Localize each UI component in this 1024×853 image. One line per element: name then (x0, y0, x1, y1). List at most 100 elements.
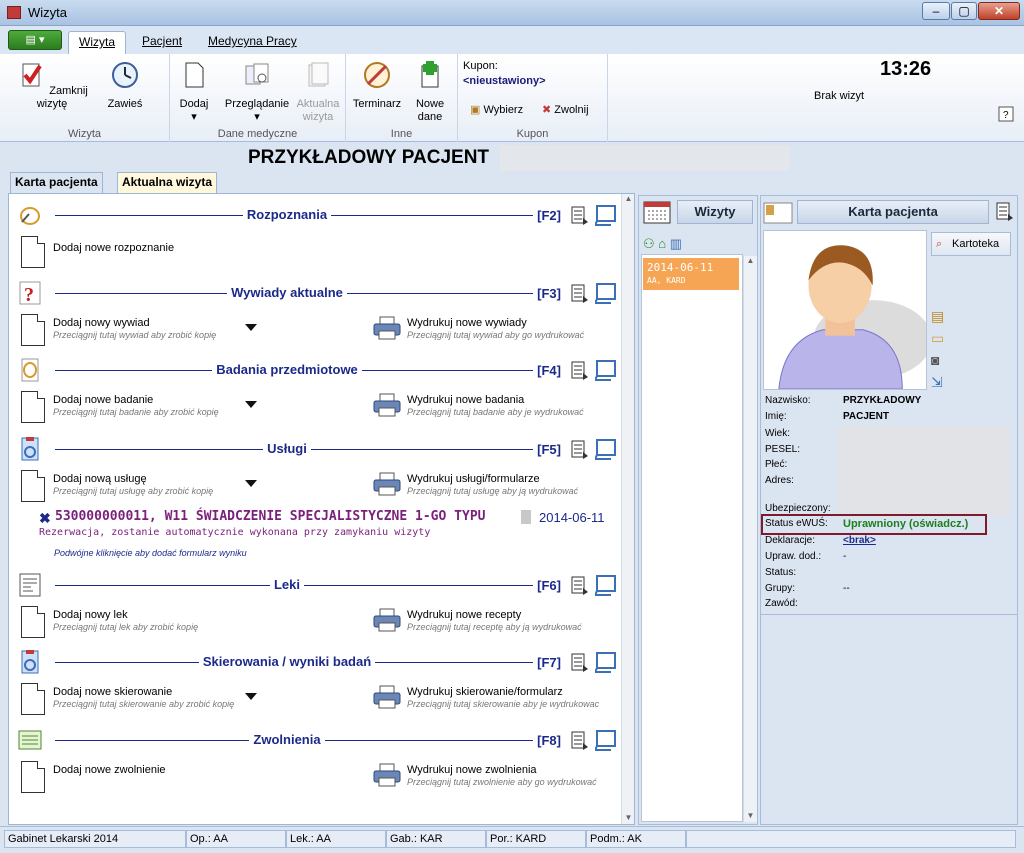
service-note: Rezerwacja, zostanie automatycznie wykon… (39, 527, 431, 538)
add-drug-hint: Przeciągnij tutaj lek aby zrobić kopię (53, 622, 199, 632)
declarations-link[interactable]: <brak> (843, 535, 876, 546)
printer-icon (373, 763, 401, 787)
visit-list-item[interactable]: 2014-06-11 AA, KARD (643, 258, 739, 290)
group-dane-medyczne: Dodaj ▾ Przeglądanie ▾ Aktualna wizyta Dan… (170, 54, 346, 142)
list-icon[interactable] (571, 440, 589, 460)
release-kupon-button[interactable]: ✖ Zwolnij (542, 104, 602, 117)
add-examination-button[interactable]: Dodaj nowe badanie Przeciągnij tutaj bad… (21, 391, 261, 425)
new-data-label: Nowe dane (415, 98, 445, 123)
service-entry[interactable]: 530000000011, W11 ŚWIADCZENIE SPECJALIST… (55, 509, 485, 524)
tab-karta-pacjenta[interactable]: Karta pacjenta (10, 172, 103, 193)
new-data-button[interactable]: Nowe dane (410, 60, 450, 124)
window-icon[interactable] (595, 282, 617, 304)
printer-icon (373, 608, 401, 632)
current-visit-button[interactable]: Aktualna wizyta (294, 60, 342, 124)
visits-header[interactable]: Wizyty (677, 200, 753, 224)
list-icon[interactable] (571, 361, 589, 381)
list-icon[interactable] (571, 653, 589, 673)
status-entity: Podm.: AK (586, 830, 686, 848)
add-examination-hint: Przeciągnij tutaj badanie aby zrobić kop… (53, 407, 219, 417)
section-skierowania-header: Skierowania / wyniki badań [F7] (17, 649, 617, 675)
scroll-down-icon[interactable]: ▼ (744, 811, 757, 820)
clipboard-icon[interactable]: ▤ (931, 308, 947, 324)
folder-icon[interactable]: ▭ (931, 330, 947, 346)
ribbon-tab-pacjent[interactable]: Pacjent (132, 31, 192, 54)
status-operator: Op.: AA (186, 830, 286, 848)
service-dblclick-hint: Podwójne kliknięcie aby dodać formularz … (54, 548, 247, 558)
document-stack-icon (308, 62, 329, 87)
add-interview-button[interactable]: Dodaj nowy wywiad Przeciągnij tutaj wywi… (21, 314, 261, 348)
ewus-status: Uprawniony (oświadcz.) (843, 518, 969, 530)
print-prescription-hint: Przeciągnij tutaj receptę aby ją wydruko… (407, 622, 582, 632)
window-icon[interactable] (595, 204, 617, 226)
add-medical-button[interactable]: Dodaj ▾ (174, 60, 214, 124)
add-referral-button[interactable]: Dodaj nowe skierowanie Przeciągnij tutaj… (21, 683, 261, 717)
window-icon[interactable] (595, 359, 617, 381)
home-icon[interactable]: ⌂ (658, 236, 666, 251)
visit-person-icon[interactable]: ⚇ (643, 236, 655, 251)
group-wizyta-label: Wizyta (68, 128, 101, 140)
scroll-down-icon[interactable]: ▼ (622, 813, 634, 822)
browse-medical-button[interactable]: Przeglądanie ▾ (224, 60, 290, 124)
schedule-button[interactable]: Terminarz (350, 60, 404, 111)
maximize-button[interactable]: ▢ (951, 2, 977, 20)
kartoteka-button[interactable]: ⌕ Kartoteka (931, 232, 1011, 256)
window-icon[interactable] (595, 574, 617, 596)
dropdown-arrow-icon[interactable] (245, 401, 257, 408)
list-icon[interactable] (571, 284, 589, 304)
clock-icon (112, 62, 138, 88)
choose-kupon-button[interactable]: ▣ Wybierz (470, 104, 532, 117)
app-menu-button[interactable]: ▤ ▾ (8, 30, 62, 50)
help-icon[interactable]: ? (998, 106, 1014, 122)
patient-card-panel: Karta pacjenta ⌕ Kartoteka ▤ ▭ ◙ ⇲ Nazwi… (760, 195, 1018, 825)
visit-date: 2014-06-11 (647, 261, 714, 274)
print-sick-leave-hint: Przeciągnij tutaj zwolnienie aby go wydr… (407, 777, 597, 787)
window-icon[interactable] (595, 729, 617, 751)
list-icon[interactable] (571, 576, 589, 596)
print-interview-label: Wydrukuj nowe wywiady (407, 317, 527, 329)
section-rozpoznania-header: Rozpoznania [F2] (17, 202, 617, 228)
ribbon-tab-wizyta[interactable]: Wizyta (68, 31, 126, 54)
building-icon[interactable]: ▥ (670, 236, 682, 251)
card-list-icon[interactable] (995, 202, 1015, 222)
field-value-surname: PRZYKŁADOWY (843, 395, 922, 406)
dropdown-arrow-icon[interactable] (245, 480, 257, 487)
section-title: Usługi (263, 441, 311, 456)
suspend-visit-button[interactable]: Zawieś (100, 60, 150, 111)
add-service-button[interactable]: Dodaj nową usługę Przeciągnij tutaj usłu… (21, 470, 261, 504)
delete-service-icon[interactable]: ✖ (39, 510, 51, 527)
field-label-insured: Ubezpieczony: (765, 503, 831, 514)
window-icon[interactable] (595, 651, 617, 673)
field-label-declarations: Deklaracje: (765, 535, 816, 546)
chevron-down-icon: ▾ (191, 111, 197, 123)
section-shortcut: [F2] (533, 208, 561, 223)
export-icon[interactable]: ⇲ (931, 374, 947, 390)
list-icon[interactable] (571, 206, 589, 226)
scroll-up-icon[interactable]: ▲ (622, 194, 634, 203)
scroll-up-icon[interactable]: ▲ (744, 256, 757, 265)
ribbon-tab-medycyna[interactable]: Medycyna Pracy (198, 31, 307, 54)
print-examination-label: Wydrukuj nowe badania (407, 394, 525, 406)
camera-icon[interactable]: ◙ (931, 352, 947, 368)
tab-aktualna-wizyta[interactable]: Aktualna wizyta (117, 172, 218, 193)
field-label-age: Wiek: (765, 428, 790, 439)
minimize-button[interactable]: – (922, 2, 950, 20)
field-label-pesel: PESEL: (765, 444, 801, 455)
dropdown-arrow-icon[interactable] (245, 693, 257, 700)
add-drug-label: Dodaj nowy lek (53, 609, 128, 621)
field-label-firstname: Imię: (765, 411, 787, 422)
left-panel-scrollbar[interactable]: ▲ ▼ (621, 194, 634, 824)
group-wizyta: Zamknij wizytę Zawieś Wizyta (0, 54, 170, 142)
app-icon (7, 6, 21, 19)
patient-card-header[interactable]: Karta pacjenta (797, 200, 989, 224)
section-zwolnienia-header: Zwolnienia [F8] (17, 727, 617, 753)
visits-scrollbar[interactable]: ▲ ▼ (743, 256, 757, 822)
kupon-info: Kupon: <nieustawiony> (463, 60, 546, 87)
avatar-silhouette (778, 245, 932, 390)
close-visit-button[interactable]: Zamknij wizytę (14, 60, 90, 111)
patient-name: PRZYKŁADOWY PACJENT (248, 147, 490, 168)
list-icon[interactable] (571, 731, 589, 751)
close-window-button[interactable]: ✕ (978, 2, 1020, 20)
dropdown-arrow-icon[interactable] (245, 324, 257, 331)
window-icon[interactable] (595, 438, 617, 460)
